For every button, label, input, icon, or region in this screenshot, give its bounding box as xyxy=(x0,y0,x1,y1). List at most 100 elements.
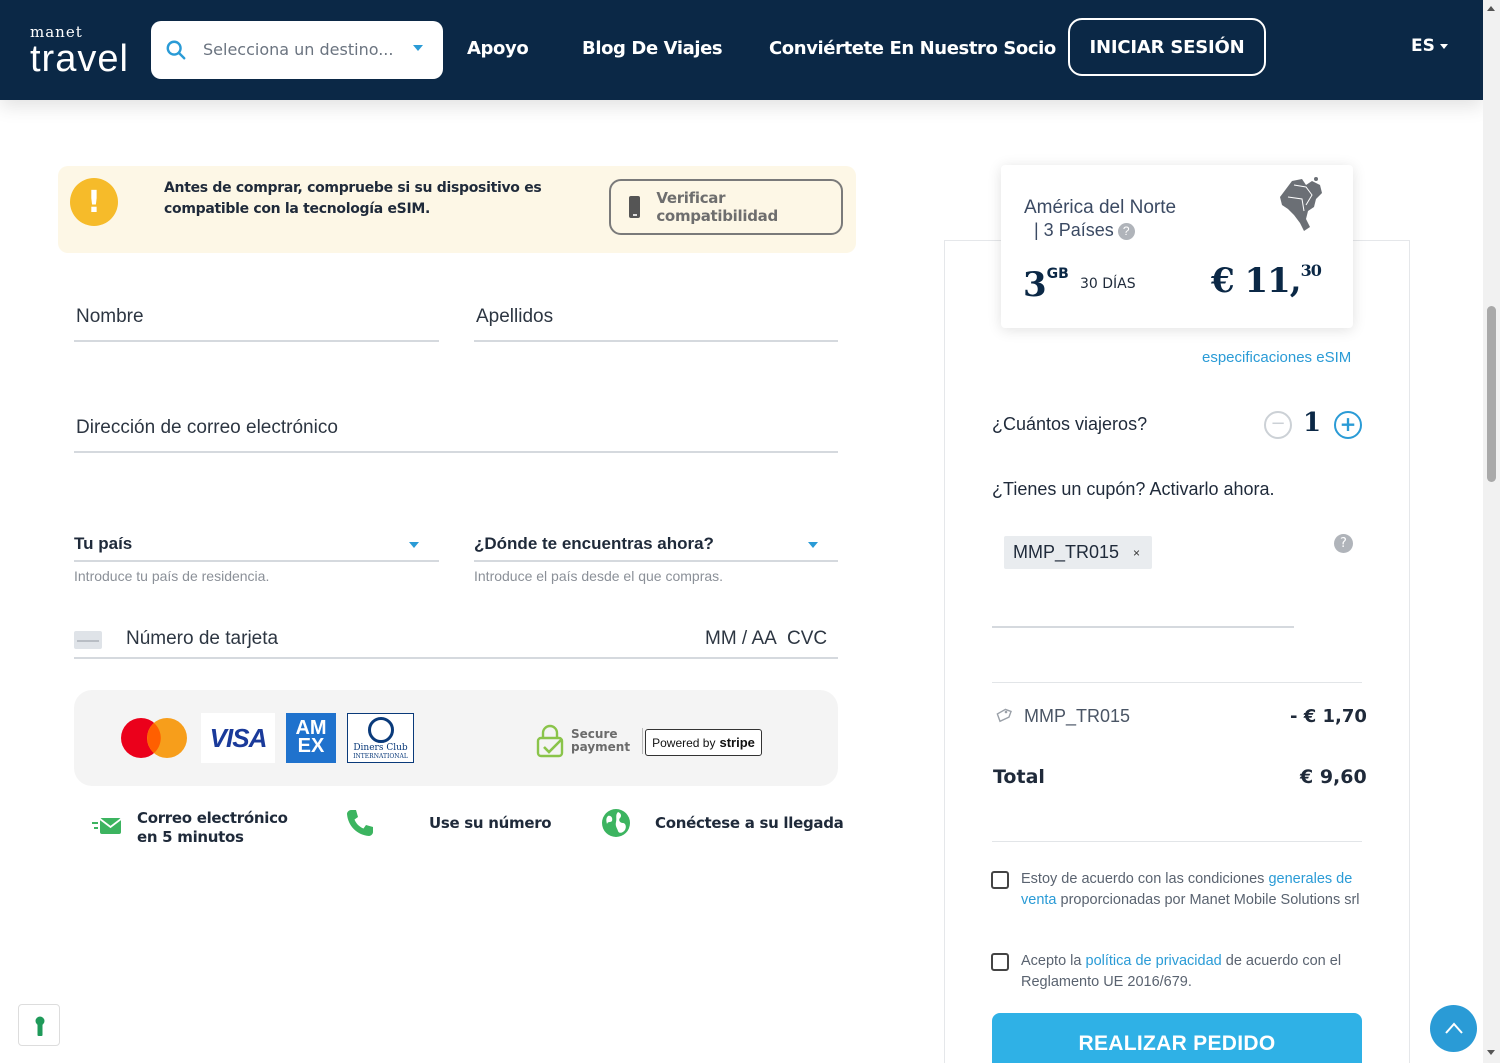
package-data-amount: 3GB xyxy=(1023,265,1069,305)
privacy-checkbox[interactable] xyxy=(991,953,1009,971)
terms-text-pre: Estoy de acuerdo con las condiciones xyxy=(1021,871,1269,887)
nav-travel-blog[interactable]: Blog De Viajes xyxy=(582,38,723,59)
travelers-label: ¿Cuántos viajeros? xyxy=(992,414,1148,434)
esim-package-card: América del Norte | 3 Países? 3GB 30 DÍA… xyxy=(1001,165,1353,328)
package-data-unit: GB xyxy=(1046,266,1069,282)
chevron-up-icon xyxy=(1444,1022,1463,1034)
feature-number-label: Use su número xyxy=(429,814,552,832)
powered-by-stripe-badge: Powered by stripe xyxy=(645,729,762,756)
login-button[interactable]: INICIAR SESIÓN xyxy=(1068,18,1266,76)
card-number-placeholder: Número de tarjeta xyxy=(126,628,279,649)
secure-line-2: payment xyxy=(571,740,631,754)
tag-icon xyxy=(996,708,1012,723)
esim-compatibility-banner: ! Antes de comprar, compruebe si su disp… xyxy=(58,166,856,253)
increase-travelers-button[interactable]: + xyxy=(1334,411,1362,439)
package-data-number: 3 xyxy=(1023,265,1047,305)
top-header: manet travel Selecciona un destino... Ap… xyxy=(0,0,1483,100)
north-america-map-icon xyxy=(1280,177,1322,231)
logo-main-text: travel xyxy=(30,38,129,80)
site-logo[interactable]: manet travel xyxy=(30,24,129,78)
smartphone-icon xyxy=(629,196,641,218)
applied-coupon-chip: MMP_TR015 × xyxy=(1004,536,1152,569)
package-region: América del Norte xyxy=(1024,197,1177,218)
scrollbar-thumb[interactable] xyxy=(1487,306,1496,482)
chevron-down-icon xyxy=(409,542,419,548)
card-cvc-placeholder: CVC xyxy=(787,628,828,649)
verify-compatibility-button[interactable]: Verificar compatibilidad xyxy=(609,179,843,235)
cookie-settings-button[interactable] xyxy=(18,1004,60,1046)
verify-compatibility-label: Verificar compatibilidad xyxy=(656,189,778,225)
first-name-field[interactable]: Nombre xyxy=(74,292,439,342)
payment-methods-panel: VISA AM EX Diners Club INTERNATIONAL Sec… xyxy=(74,690,838,786)
mastercard-logo xyxy=(121,718,187,758)
travelers-count: 1 xyxy=(1303,408,1322,438)
language-caret-icon xyxy=(1440,44,1448,49)
total-value: € 9,60 xyxy=(1300,766,1367,788)
nav-become-partner[interactable]: Conviértete En Nuestro Socio xyxy=(769,38,1056,59)
scroll-down-arrow-icon[interactable] xyxy=(1487,1050,1495,1055)
package-duration: 30 DÍAS xyxy=(1080,276,1136,292)
coupon-label: ¿Tienes un cupón? Activarlo ahora. xyxy=(992,479,1275,499)
chevron-down-icon xyxy=(413,45,423,51)
padlock-check-icon xyxy=(536,724,564,758)
privacy-text: Acepto la política de privacidad de acue… xyxy=(1021,951,1366,993)
privacy-policy-link[interactable]: política de privacidad xyxy=(1086,953,1222,969)
credit-card-icon xyxy=(74,631,102,649)
terms-text: Estoy de acuerdo con las condiciones gen… xyxy=(1021,869,1366,911)
secure-payment-badge: Secure payment xyxy=(535,724,644,758)
esim-specifications-link[interactable]: especificaciones eSIM xyxy=(1202,349,1351,366)
stripe-brand: stripe xyxy=(719,735,755,750)
current-location-label: ¿Dónde te encuentras ahora? xyxy=(474,534,714,553)
coupon-help-icon[interactable]: ? xyxy=(1334,534,1353,553)
search-placeholder: Selecciona un destino... xyxy=(203,40,394,59)
email-label: Dirección de correo electrónico xyxy=(76,417,338,438)
search-icon xyxy=(166,40,186,60)
chevron-down-icon xyxy=(808,542,818,548)
scroll-up-arrow-icon[interactable] xyxy=(1487,6,1495,11)
stripe-prefix: Powered by xyxy=(652,735,716,750)
last-name-label: Apellidos xyxy=(476,306,554,327)
coupon-code: MMP_TR015 xyxy=(1013,542,1120,562)
nav-support[interactable]: Apoyo xyxy=(467,38,529,59)
scroll-to-top-button[interactable] xyxy=(1430,1005,1477,1052)
feature-arrival-label: Conéctese a su llegada xyxy=(655,814,844,832)
language-selector[interactable]: ES xyxy=(1411,36,1435,56)
terms-text-post: proporcionadas por Manet Mobile Solution… xyxy=(1056,892,1360,908)
country-hint: Introduce tu país de residencia. xyxy=(74,568,270,584)
discount-row: MMP_TR015 xyxy=(994,706,1130,727)
page-scrollbar[interactable] xyxy=(1483,0,1500,1063)
package-price-main: € 11, xyxy=(1211,261,1302,301)
email-field[interactable]: Dirección de correo electrónico xyxy=(74,403,838,453)
diners-club-text: Diners Club xyxy=(353,743,408,753)
remove-coupon-icon[interactable]: × xyxy=(1133,546,1140,560)
amex-logo: AM EX xyxy=(286,713,336,763)
country-select-label: Tu país xyxy=(74,534,133,553)
card-input[interactable]: Número de tarjeta MM / AA CVC xyxy=(74,622,838,659)
diners-club-logo: Diners Club INTERNATIONAL xyxy=(347,713,414,763)
current-location-select[interactable]: ¿Dónde te encuentras ahora? xyxy=(474,532,838,562)
package-price-cents: 30 xyxy=(1300,261,1322,280)
keyhole-icon xyxy=(35,1016,45,1036)
diners-club-subtext: INTERNATIONAL xyxy=(353,753,408,760)
country-select[interactable]: Tu país xyxy=(74,532,439,562)
divider xyxy=(992,682,1362,683)
package-countries-text: | 3 Países xyxy=(1034,220,1114,240)
privacy-text-pre: Acepto la xyxy=(1021,953,1086,969)
first-name-label: Nombre xyxy=(76,306,144,327)
package-countries: | 3 Países? xyxy=(1034,220,1135,241)
coupon-input-line[interactable] xyxy=(992,626,1294,628)
visa-logo: VISA xyxy=(201,713,275,763)
current-location-hint: Introduce el país desde el que compras. xyxy=(474,568,724,584)
compatibility-warning-text: Antes de comprar, compruebe si su dispos… xyxy=(164,180,542,217)
card-expiry-placeholder: MM / AA xyxy=(705,628,777,649)
total-label: Total xyxy=(993,766,1045,788)
place-order-button[interactable]: REALIZAR PEDIDO xyxy=(992,1013,1362,1063)
question-mark-icon[interactable]: ? xyxy=(1117,223,1135,240)
terms-checkbox[interactable] xyxy=(991,871,1009,889)
package-price: € 11,30 xyxy=(1211,261,1322,301)
decrease-travelers-button[interactable]: − xyxy=(1264,411,1292,439)
email-fast-icon xyxy=(92,818,122,834)
last-name-field[interactable]: Apellidos xyxy=(474,292,838,342)
divider xyxy=(992,841,1362,842)
destination-search[interactable]: Selecciona un destino... xyxy=(151,21,443,79)
